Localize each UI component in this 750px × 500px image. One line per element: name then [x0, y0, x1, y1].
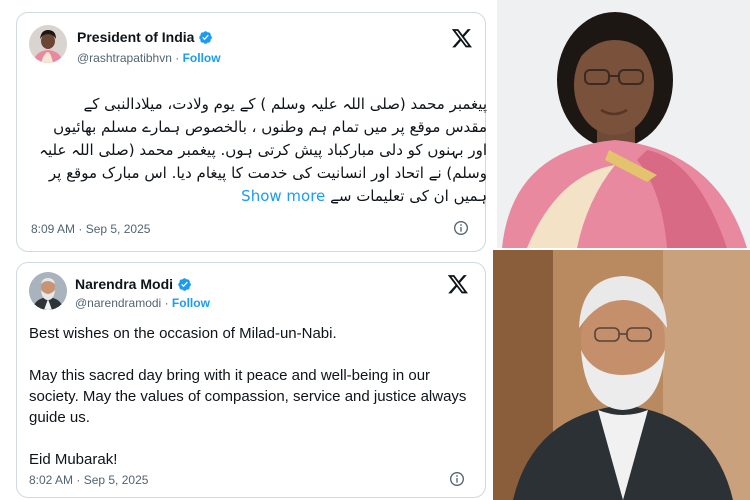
tweet-text-urdu: پیغمبر محمد (صلی اللہ علیہ وسلم ) کے یوم… [37, 93, 487, 208]
author-handle[interactable]: @narendramodi [75, 296, 161, 310]
tweet-timestamp[interactable]: 8:02 AM · Sep 5, 2025 [29, 473, 148, 487]
tweet-paragraph: May this sacred day bring with it peace … [29, 367, 467, 426]
follow-button[interactable]: Follow [172, 296, 210, 310]
author-handle[interactable]: @rashtrapatibhvn [77, 51, 172, 65]
author-row: Narendra Modi [75, 276, 192, 292]
show-more-link[interactable]: Show more [241, 187, 325, 205]
author-name[interactable]: Narendra Modi [75, 276, 173, 292]
follow-button[interactable]: Follow [183, 51, 221, 65]
handle-row: @rashtrapatibhvn · Follow [77, 51, 221, 65]
author-row: President of India [77, 29, 213, 45]
tweet-card-modi[interactable]: Narendra Modi @narendramodi · Follow Bes… [16, 262, 486, 498]
handle-row: @narendramodi · Follow [75, 296, 210, 310]
tweet-paragraph: Eid Mubarak! [29, 451, 118, 468]
x-logo-icon[interactable] [451, 27, 473, 49]
info-icon[interactable] [453, 220, 469, 236]
separator-dot: · [164, 296, 169, 310]
modi-portrait-photo [493, 250, 750, 500]
avatar-president[interactable] [29, 25, 67, 63]
tweet-paragraph: Best wishes on the occasion of Milad-un-… [29, 325, 337, 342]
tweet-timestamp[interactable]: 8:09 AM · Sep 5, 2025 [31, 222, 150, 236]
info-icon[interactable] [449, 471, 465, 487]
avatar-modi[interactable] [29, 272, 67, 310]
tweet-card-president[interactable]: President of India @rashtrapatibhvn · Fo… [16, 12, 487, 252]
verified-badge-icon [177, 277, 192, 292]
tweet-text: Best wishes on the occasion of Milad-un-… [29, 323, 469, 491]
verified-badge-icon [198, 30, 213, 45]
x-logo-icon[interactable] [447, 273, 469, 295]
separator-dot: · [175, 51, 180, 65]
author-name[interactable]: President of India [77, 29, 194, 45]
president-portrait-photo [497, 0, 750, 248]
